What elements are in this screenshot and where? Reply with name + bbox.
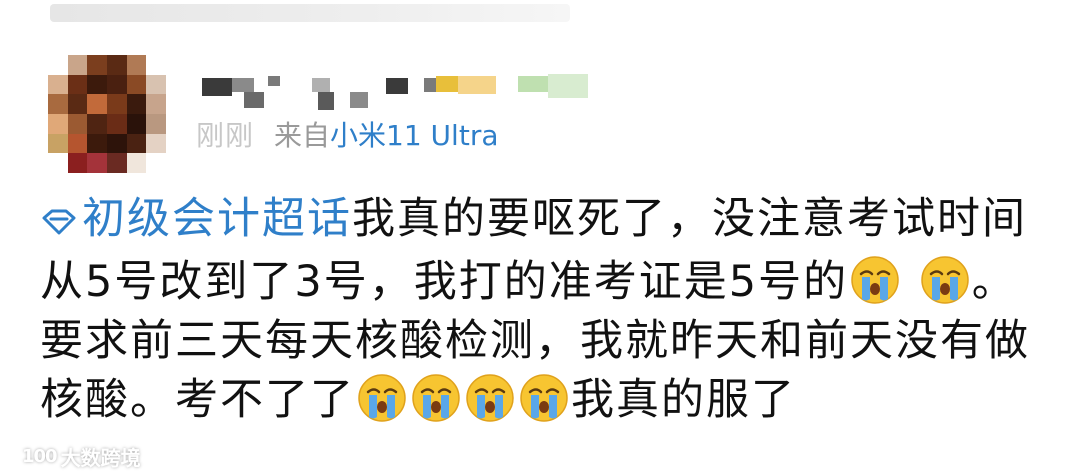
- watermark: 100 大数跨境: [22, 443, 141, 470]
- post-text-part-3: 我真的服了: [571, 375, 796, 425]
- avatar[interactable]: [48, 55, 166, 173]
- previous-post-edge: [50, 4, 570, 22]
- topic-label: 初级会计超话: [82, 194, 352, 244]
- crying-emoji-icon: [412, 374, 460, 422]
- username-pixelated[interactable]: [200, 70, 600, 110]
- crying-emoji-icon: [851, 256, 899, 304]
- device-link[interactable]: 小米11 Ultra: [330, 114, 498, 154]
- topic-link[interactable]: 初级会计超话: [40, 194, 352, 244]
- crying-emoji-icon: [466, 374, 514, 422]
- post-meta: 刚刚 来自 小米11 Ultra: [196, 114, 498, 154]
- post-body: 初级会计超话我真的要呕死了，没注意考试时间从5号改到了3号，我打的准考证是5号的…: [40, 190, 1050, 430]
- crying-emoji-icon: [520, 374, 568, 422]
- crying-emoji-icon: [921, 256, 969, 304]
- crying-emoji-icon: [358, 374, 406, 422]
- diamond-topic-icon: [40, 194, 78, 253]
- source-prefix: 来自: [274, 119, 331, 152]
- watermark-logo: 100: [22, 445, 58, 467]
- watermark-text: 大数跨境: [60, 445, 141, 470]
- post-timestamp: 刚刚: [196, 119, 255, 152]
